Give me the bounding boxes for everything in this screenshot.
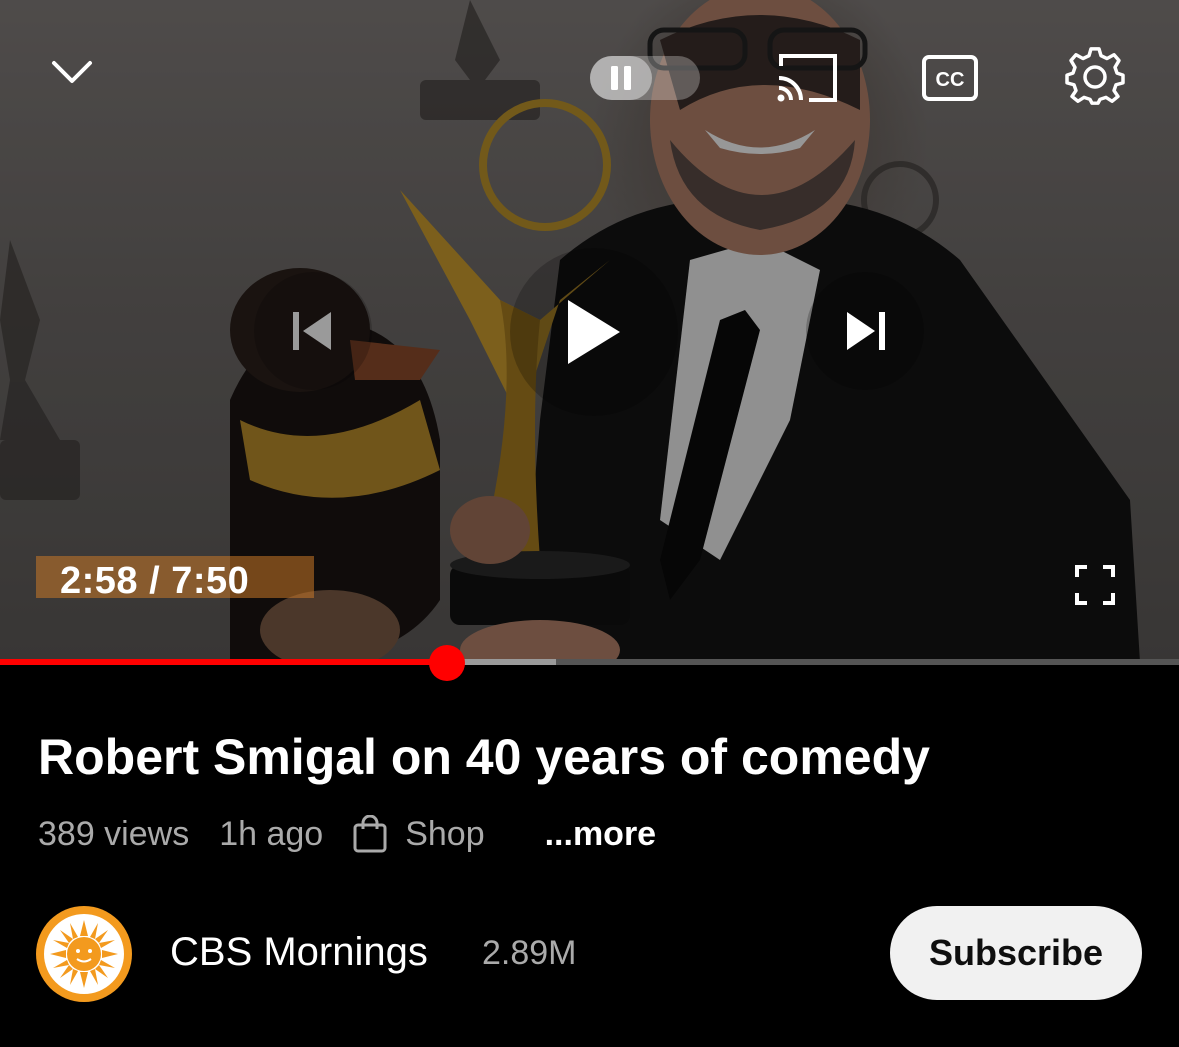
- duration: 7:50: [171, 560, 250, 602]
- sun-logo-icon: [50, 920, 118, 988]
- played-bar: [0, 659, 447, 665]
- shop-link[interactable]: Shop: [353, 815, 514, 854]
- next-video-button[interactable]: [806, 272, 924, 390]
- upload-age: 1h ago: [219, 814, 324, 853]
- progress-scrubber[interactable]: [428, 645, 465, 681]
- view-count: 389 views: [38, 814, 190, 853]
- pause-icon: [611, 66, 631, 90]
- chevron-down-icon: [52, 61, 92, 83]
- gear-icon: [1065, 47, 1125, 105]
- settings-button[interactable]: [1062, 44, 1128, 110]
- video-player[interactable]: CC 2:58 / 7:50: [0, 0, 1179, 662]
- play-icon: [568, 300, 620, 364]
- video-title[interactable]: Robert Smigal on 40 years of comedy: [38, 728, 930, 786]
- svg-text:CC: CC: [936, 69, 965, 91]
- fullscreen-button[interactable]: [1068, 558, 1122, 612]
- video-metadata[interactable]: 389 views 1h ago Shop ...more: [38, 812, 656, 856]
- autoplay-toggle[interactable]: [590, 56, 700, 100]
- cast-button[interactable]: [772, 48, 842, 108]
- minimize-button[interactable]: [40, 48, 104, 96]
- skip-previous-icon: [293, 312, 331, 350]
- autoplay-toggle-knob: [590, 56, 652, 100]
- captions-button[interactable]: CC: [918, 50, 982, 106]
- channel-avatar[interactable]: [36, 906, 132, 1002]
- shop-label: Shop: [405, 814, 485, 853]
- play-button[interactable]: [510, 248, 678, 416]
- time-separator: /: [138, 560, 172, 602]
- time-display: 2:58 / 7:50: [60, 560, 249, 603]
- skip-next-icon: [847, 312, 885, 350]
- subscribe-button[interactable]: Subscribe: [890, 906, 1142, 1000]
- progress-bar[interactable]: [0, 659, 1179, 665]
- more-description-link[interactable]: ...more: [545, 815, 656, 854]
- shopping-bag-icon: [353, 815, 387, 853]
- cc-icon: CC: [922, 55, 978, 101]
- previous-video-button[interactable]: [254, 272, 372, 390]
- cast-icon: [777, 54, 837, 102]
- subscriber-count: 2.89M: [482, 934, 577, 972]
- fullscreen-icon: [1075, 565, 1115, 605]
- current-time: 2:58: [60, 560, 139, 602]
- channel-name[interactable]: CBS Mornings: [170, 930, 428, 975]
- avatar-inner: [44, 914, 124, 994]
